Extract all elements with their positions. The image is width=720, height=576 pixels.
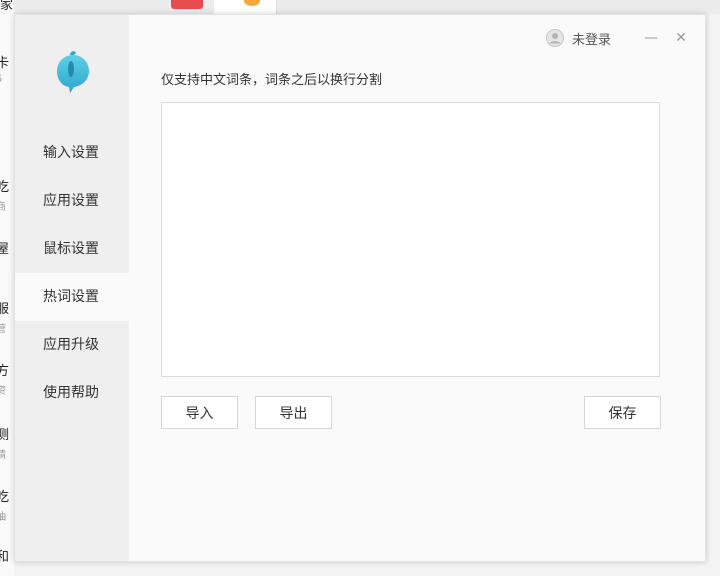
background-red-tab (171, 0, 203, 9)
background-text-fragment: 方 (0, 364, 10, 379)
background-top-text: 家条，米 (0, 0, 14, 13)
background-text-fragment: 抽 (0, 512, 6, 523)
background-text-fragment: 和 (0, 550, 10, 565)
settings-dialog: 输入设置 应用设置 鼠标设置 热词设置 应用升级 使用帮助 未登录 — ✕ 仅支持中文词条… (14, 14, 706, 562)
background-window-top (14, 0, 720, 14)
close-icon[interactable]: ✕ (673, 30, 689, 46)
login-status-link[interactable]: 未登录 (572, 29, 611, 48)
sidebar: 输入设置 应用设置 鼠标设置 热词设置 应用升级 使用帮助 (15, 15, 129, 561)
sidebar-item-2[interactable]: 鼠标设置 (15, 225, 129, 273)
sidebar-item-0[interactable]: 输入设置 (15, 129, 129, 177)
background-text-fragment: 资 (0, 386, 6, 397)
background-text-fragment: 吃 (0, 180, 10, 195)
hotword-textarea[interactable] (161, 102, 660, 377)
user-avatar-icon[interactable] (545, 29, 564, 47)
background-text-fragment: 商 (0, 202, 6, 213)
background-text-fragment: 精 (0, 450, 6, 461)
sidebar-item-1[interactable]: 应用设置 (15, 177, 129, 225)
save-button[interactable]: 保存 (584, 396, 661, 429)
sidebar-item-4[interactable]: 应用升级 (15, 321, 129, 369)
bird-logo-icon (57, 51, 89, 93)
import-button[interactable]: 导入 (161, 396, 238, 429)
background-text-fragment: 吃 (0, 490, 10, 505)
background-text-fragment: 服 (0, 302, 10, 317)
background-text-fragment: 卡 (0, 56, 10, 71)
minimize-icon[interactable]: — (643, 30, 659, 46)
sidebar-item-5[interactable]: 使用帮助 (15, 369, 129, 417)
hotword-hint-text: 仅支持中文词条，词条之后以换行分割 (161, 73, 383, 88)
background-app-list: 家条，米 卡5吃商屋服营方资测精吃抽和 (0, 0, 14, 576)
background-text-fragment: 5 (0, 74, 2, 85)
export-button[interactable]: 导出 (255, 396, 332, 429)
title-bar: 未登录 — ✕ (545, 27, 689, 49)
sidebar-menu: 输入设置 应用设置 鼠标设置 热词设置 应用升级 使用帮助 (15, 129, 129, 417)
background-text-fragment: 屋 (0, 242, 10, 257)
sidebar-item-3[interactable]: 热词设置 (15, 273, 129, 321)
background-text-fragment: 测 (0, 428, 10, 443)
background-text-fragment: 营 (0, 324, 6, 335)
settings-content: 未登录 — ✕ 仅支持中文词条，词条之后以换行分割 导入 导出 保存 (129, 15, 705, 561)
